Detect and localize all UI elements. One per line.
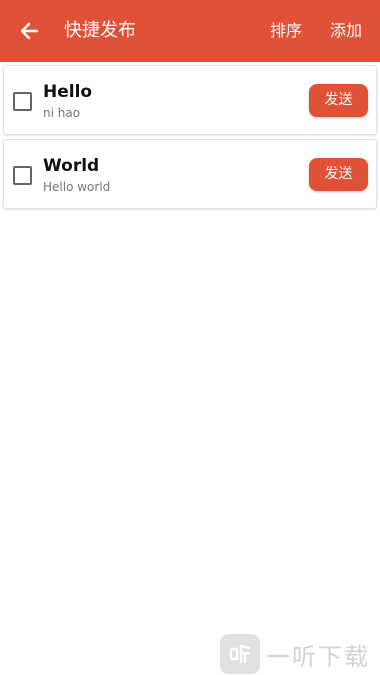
send-button[interactable]: 发送 (309, 158, 368, 191)
music-note-icon (229, 644, 251, 664)
app-screen: 快捷发布 排序 添加 Hello ni hao 发送 World Hello w… (0, 0, 380, 675)
item-title: Hello (43, 82, 93, 102)
arrow-left-icon (20, 22, 39, 40)
item-title: World (43, 156, 100, 176)
add-button[interactable]: 添加 (330, 0, 362, 62)
sort-button[interactable]: 排序 (270, 0, 302, 62)
watermark-text: 一听下载 (266, 642, 370, 671)
item-subtitle: ni hao (43, 106, 81, 120)
back-button[interactable] (14, 16, 44, 46)
send-button[interactable]: 发送 (309, 84, 368, 117)
top-app-bar: 快捷发布 排序 添加 (0, 0, 380, 62)
page-title: 快捷发布 (64, 20, 136, 41)
list-item[interactable]: Hello ni hao 发送 (3, 65, 377, 135)
watermark: 一听下载 (220, 633, 370, 675)
item-checkbox[interactable] (13, 166, 32, 185)
quick-post-list: Hello ni hao 发送 World Hello world 发送 (3, 65, 377, 213)
item-subtitle: Hello world (43, 180, 111, 194)
list-item[interactable]: World Hello world 发送 (3, 139, 377, 209)
ting-logo-icon (220, 634, 260, 674)
item-checkbox[interactable] (13, 92, 32, 111)
